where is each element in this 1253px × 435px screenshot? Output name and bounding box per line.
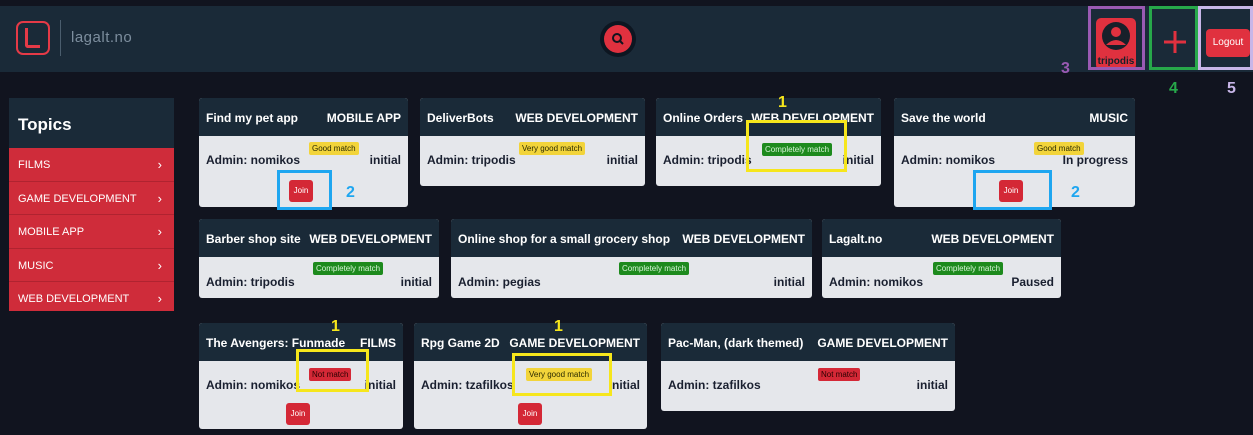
project-category: WEB DEVELOPMENT bbox=[309, 232, 432, 246]
project-title: Lagalt.no bbox=[829, 232, 883, 246]
project-admin: Admin: nomikos bbox=[206, 153, 301, 167]
match-badge: Completely match bbox=[619, 262, 690, 275]
project-card[interactable]: Lagalt.no WEB DEVELOPMENT Completely mat… bbox=[822, 219, 1061, 298]
project-category: FILMS bbox=[360, 336, 396, 350]
project-title: Pac-Man, (dark themed) bbox=[668, 336, 804, 350]
project-admin: Admin: nomikos bbox=[901, 153, 996, 167]
project-status: initial bbox=[608, 378, 640, 392]
annotation-number-1: 1 bbox=[554, 318, 563, 335]
annotation-box-2 bbox=[973, 170, 1052, 210]
sidebar-item-label: FILMS bbox=[18, 159, 51, 171]
chevron-right-icon: › bbox=[157, 190, 162, 206]
sidebar-item-mobile-app[interactable]: MOBILE APP › bbox=[9, 215, 174, 249]
project-status: In progress bbox=[1062, 153, 1128, 167]
project-card[interactable]: Barber shop site WEB DEVELOPMENT Complet… bbox=[199, 219, 439, 298]
project-admin: Admin: tripodis bbox=[206, 275, 295, 289]
project-category: MOBILE APP bbox=[326, 111, 401, 125]
project-category: GAME DEVELOPMENT bbox=[509, 336, 640, 350]
annotation-number-2: 2 bbox=[1071, 184, 1080, 201]
project-admin: Admin: pegias bbox=[458, 275, 541, 289]
annotation-box-1 bbox=[746, 120, 847, 172]
annotation-box-4 bbox=[1149, 6, 1198, 70]
annotation-box-5 bbox=[1198, 6, 1253, 70]
match-badge: Completely match bbox=[313, 262, 384, 275]
project-status: initial bbox=[773, 275, 805, 289]
annotation-box-1 bbox=[296, 349, 369, 392]
sidebar-item-music[interactable]: MUSIC › bbox=[9, 249, 174, 283]
project-title: Barber shop site bbox=[206, 232, 301, 246]
card-header: Save the world MUSIC bbox=[894, 98, 1135, 136]
card-header: DeliverBots WEB DEVELOPMENT bbox=[420, 98, 645, 136]
project-status: Paused bbox=[1011, 275, 1054, 289]
topics-sidebar: Topics FILMS › GAME DEVELOPMENT › MOBILE… bbox=[9, 98, 174, 311]
project-admin: Admin: nomikos bbox=[206, 378, 301, 392]
sidebar-item-label: MUSIC bbox=[18, 259, 54, 272]
match-badge: Not match bbox=[818, 368, 861, 381]
project-title: Online Orders bbox=[663, 111, 744, 125]
project-title: The Avengers: Funmade bbox=[206, 336, 346, 350]
card-header: Lagalt.no WEB DEVELOPMENT bbox=[822, 219, 1061, 257]
chevron-right-icon: › bbox=[157, 291, 162, 307]
project-status: initial bbox=[916, 378, 948, 392]
chevron-right-icon: › bbox=[157, 224, 162, 240]
project-title: Find my pet app bbox=[206, 111, 299, 125]
project-admin: Admin: nomikos bbox=[829, 275, 924, 289]
project-category: WEB DEVELOPMENT bbox=[515, 111, 638, 125]
sidebar-item-label: WEB DEVELOPMENT bbox=[18, 293, 130, 306]
project-admin: Admin: tripodis bbox=[663, 153, 752, 167]
sidebar-item-game-development[interactable]: GAME DEVELOPMENT › bbox=[9, 182, 174, 216]
project-card[interactable]: Pac-Man, (dark themed) GAME DEVELOPMENT … bbox=[661, 323, 955, 411]
project-status: initial bbox=[400, 275, 432, 289]
annotation-box-2 bbox=[277, 170, 332, 210]
card-header: Barber shop site WEB DEVELOPMENT bbox=[199, 219, 439, 257]
project-category: GAME DEVELOPMENT bbox=[817, 336, 948, 350]
chevron-right-icon: › bbox=[157, 257, 162, 273]
join-button[interactable]: Join bbox=[518, 403, 542, 425]
project-status: initial bbox=[369, 153, 401, 167]
sidebar-title: Topics bbox=[9, 98, 174, 148]
search-icon bbox=[612, 33, 624, 45]
project-card[interactable]: Online shop for a small grocery shop WEB… bbox=[451, 219, 812, 298]
annotation-number-5: 5 bbox=[1227, 80, 1236, 97]
annotation-number-1: 1 bbox=[331, 318, 340, 335]
annotation-box-3 bbox=[1088, 6, 1145, 70]
card-header: Pac-Man, (dark themed) GAME DEVELOPMENT bbox=[661, 323, 955, 361]
annotation-box-1 bbox=[512, 353, 612, 396]
brand-name[interactable]: lagalt.no bbox=[71, 29, 132, 46]
match-badge: Completely match bbox=[933, 262, 1004, 275]
project-category: WEB DEVELOPMENT bbox=[682, 232, 805, 246]
project-title: Online shop for a small grocery shop bbox=[458, 232, 671, 246]
project-title: Save the world bbox=[901, 111, 986, 125]
sidebar-item-label: GAME DEVELOPMENT bbox=[18, 192, 137, 205]
sidebar-item-films[interactable]: FILMS › bbox=[9, 148, 174, 182]
project-category: WEB DEVELOPMENT bbox=[931, 232, 1054, 246]
project-title: DeliverBots bbox=[427, 111, 494, 125]
annotation-number-2: 2 bbox=[346, 184, 355, 201]
project-admin: Admin: tzafilkos bbox=[668, 378, 761, 392]
project-status: initial bbox=[606, 153, 638, 167]
annotation-number-4: 4 bbox=[1169, 80, 1178, 97]
project-category: MUSIC bbox=[1089, 111, 1128, 125]
annotation-number-3: 3 bbox=[1061, 60, 1070, 77]
join-button[interactable]: Join bbox=[286, 403, 310, 425]
app-window: lagalt.no tripodis Logout Topics FILMS ›… bbox=[0, 0, 1253, 435]
project-title: Rpg Game 2D bbox=[421, 336, 500, 350]
project-admin: Admin: tripodis bbox=[427, 153, 516, 167]
card-header: Online shop for a small grocery shop WEB… bbox=[451, 219, 812, 257]
match-badge: Very good match bbox=[519, 142, 586, 155]
project-status: initial bbox=[842, 153, 874, 167]
chevron-right-icon: › bbox=[157, 157, 162, 172]
logo-divider bbox=[60, 20, 61, 56]
match-badge: Good match bbox=[309, 142, 359, 155]
lagalt-logo-icon[interactable] bbox=[16, 21, 50, 55]
sidebar-item-web-development[interactable]: WEB DEVELOPMENT › bbox=[9, 282, 174, 316]
search-button[interactable] bbox=[600, 21, 636, 57]
project-admin: Admin: tzafilkos bbox=[421, 378, 514, 392]
project-card[interactable]: DeliverBots WEB DEVELOPMENT Very good ma… bbox=[420, 98, 645, 186]
annotation-number-1: 1 bbox=[778, 94, 787, 111]
sidebar-item-label: MOBILE APP bbox=[18, 226, 85, 239]
card-header: Find my pet app MOBILE APP bbox=[199, 98, 408, 136]
project-status: initial bbox=[364, 378, 396, 392]
